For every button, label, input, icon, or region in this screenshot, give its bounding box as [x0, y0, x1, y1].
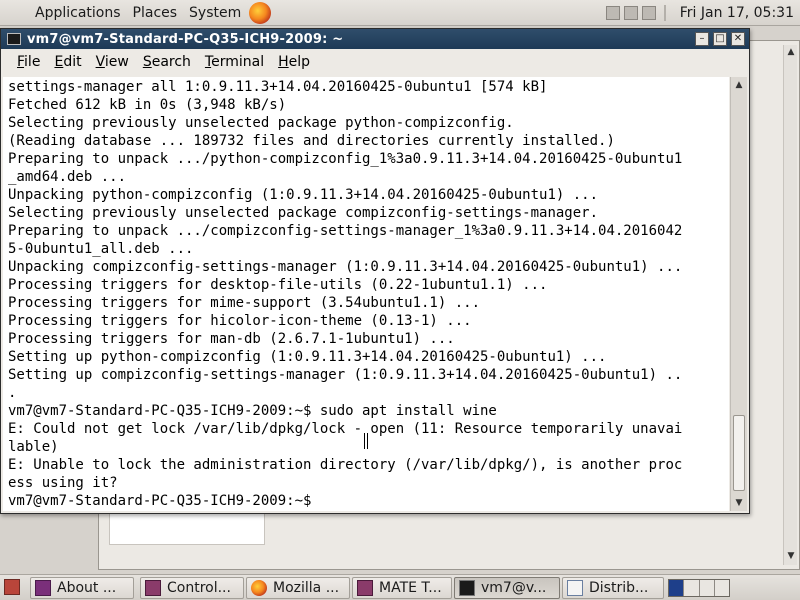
terminal-line: . — [8, 385, 17, 401]
menu-terminal[interactable]: Terminal — [205, 54, 264, 70]
terminal-line: Preparing to unpack .../compizconfig-set… — [8, 223, 683, 239]
terminal-line: Processing triggers for man-db (2.6.7.1-… — [8, 331, 455, 347]
terminal-icon — [7, 33, 21, 45]
taskbar-button[interactable]: MATE T... — [352, 577, 452, 599]
window-icon — [567, 580, 583, 596]
terminal-line: Setting up python-compizconfig (1:0.9.11… — [8, 349, 607, 365]
terminal-scrollbar[interactable]: ▲ ▼ — [730, 77, 747, 511]
scroll-up-arrow-icon[interactable]: ▲ — [733, 79, 745, 91]
system-menu[interactable]: System — [189, 5, 241, 21]
network-icon[interactable] — [605, 5, 620, 20]
terminal-line: Selecting previously unselected package … — [8, 205, 599, 221]
terminal-icon — [459, 580, 475, 596]
terminal-line: vm7@vm7-Standard-PC-Q35-ICH9-2009:~$ — [8, 493, 320, 509]
notification-area: Fri Jan 17, 05:31 — [605, 4, 800, 21]
menu-search[interactable]: Search — [143, 54, 191, 70]
terminal-line: E: Unable to lock the administration dir… — [8, 457, 683, 473]
volume-icon[interactable] — [623, 5, 638, 20]
terminal-line: (Reading database ... 189732 files and d… — [8, 133, 615, 149]
scrollbar-thumb[interactable] — [733, 415, 745, 491]
control-center-icon — [145, 580, 161, 596]
taskbar-button-label: MATE T... — [379, 580, 442, 596]
taskbar-button[interactable]: About ... — [30, 577, 134, 599]
battery-icon[interactable] — [641, 5, 656, 20]
text-cursor-icon — [364, 433, 368, 449]
taskbar-button-label: Mozilla ... — [273, 580, 340, 596]
terminal-line: ess using it? — [8, 475, 118, 491]
taskbar-button-label: About ... — [57, 580, 117, 596]
terminal-line: Setting up compizconfig-settings-manager… — [8, 367, 683, 383]
terminal-line: vm7@vm7-Standard-PC-Q35-ICH9-2009:~$ sud… — [8, 403, 497, 419]
window-controls: – □ ✕ — [695, 32, 749, 46]
menu-edit[interactable]: Edit — [54, 54, 81, 70]
workspace-4[interactable] — [714, 580, 729, 596]
workspace-2[interactable] — [684, 580, 700, 596]
clock[interactable]: Fri Jan 17, 05:31 — [680, 5, 794, 21]
terminal-line: Processing triggers for mime-support (3.… — [8, 295, 481, 311]
taskbar-button[interactable]: Distrib... — [562, 577, 664, 599]
menu-bar: File Edit View Search Terminal Help — [1, 49, 749, 75]
taskbar-button[interactable]: Mozilla ... — [246, 577, 350, 599]
window-title: vm7@vm7-Standard-PC-Q35-ICH9-2009: ~ — [27, 31, 344, 47]
menu-view[interactable]: View — [96, 54, 129, 70]
menu-file[interactable]: File — [17, 54, 40, 70]
scroll-up-arrow-icon[interactable]: ▲ — [786, 47, 796, 57]
terminal-line: 5-0ubuntu1_all.deb ... — [8, 241, 194, 257]
panel-separator — [663, 4, 666, 21]
mate-terminal-icon — [357, 580, 373, 596]
terminal-line: Selecting previously unselected package … — [8, 115, 514, 131]
taskbar-button[interactable]: Control... — [140, 577, 244, 599]
places-menu[interactable]: Places — [133, 5, 178, 21]
bottom-panel: About ... Control... Mozilla ... MATE T... v… — [0, 574, 800, 600]
taskbar-button-label: Control... — [167, 580, 231, 596]
terminal-line: _amd64.deb ... — [8, 169, 127, 185]
taskbar-button-label: vm7@v... — [481, 580, 547, 596]
terminal-line: Fetched 612 kB in 0s (3,948 kB/s) — [8, 97, 287, 113]
terminal-line: Preparing to unpack .../python-compizcon… — [8, 151, 683, 167]
firefox-launcher-icon[interactable] — [249, 1, 272, 24]
terminal-line: settings-manager all 1:0.9.11.3+14.04.20… — [8, 79, 548, 95]
terminal-line: Processing triggers for desktop-file-uti… — [8, 277, 548, 293]
taskbar-button[interactable]: vm7@v... — [454, 577, 560, 599]
terminal-output[interactable]: settings-manager all 1:0.9.11.3+14.04.20… — [3, 77, 729, 511]
workspace-switcher[interactable] — [668, 579, 730, 597]
background-scrollbar[interactable]: ▲ ▼ — [783, 45, 797, 565]
applications-menu[interactable]: Applications — [35, 5, 121, 21]
terminal-line: Unpacking compizconfig-settings-manager … — [8, 259, 683, 275]
terminal-line: Unpacking python-compizconfig (1:0.9.11.… — [8, 187, 599, 203]
close-button[interactable]: ✕ — [731, 32, 745, 46]
window-titlebar[interactable]: vm7@vm7-Standard-PC-Q35-ICH9-2009: ~ – □… — [1, 29, 749, 49]
workspace-3[interactable] — [699, 580, 715, 596]
maximize-button[interactable]: □ — [713, 32, 727, 46]
menu-help[interactable]: Help — [278, 54, 310, 70]
terminal-line: Processing triggers for hicolor-icon-the… — [8, 313, 472, 329]
taskbar-button-label: Distrib... — [589, 580, 649, 596]
about-icon — [35, 580, 51, 596]
top-panel: Applications Places System Fri Jan 17, 0… — [0, 0, 800, 26]
workspace-1[interactable] — [669, 580, 685, 596]
show-desktop-icon[interactable] — [4, 579, 20, 595]
scroll-down-arrow-icon[interactable]: ▼ — [786, 551, 796, 561]
firefox-icon — [251, 580, 267, 596]
scroll-down-arrow-icon[interactable]: ▼ — [733, 497, 745, 509]
minimize-button[interactable]: – — [695, 32, 709, 46]
terminal-window[interactable]: vm7@vm7-Standard-PC-Q35-ICH9-2009: ~ – □… — [0, 28, 750, 514]
